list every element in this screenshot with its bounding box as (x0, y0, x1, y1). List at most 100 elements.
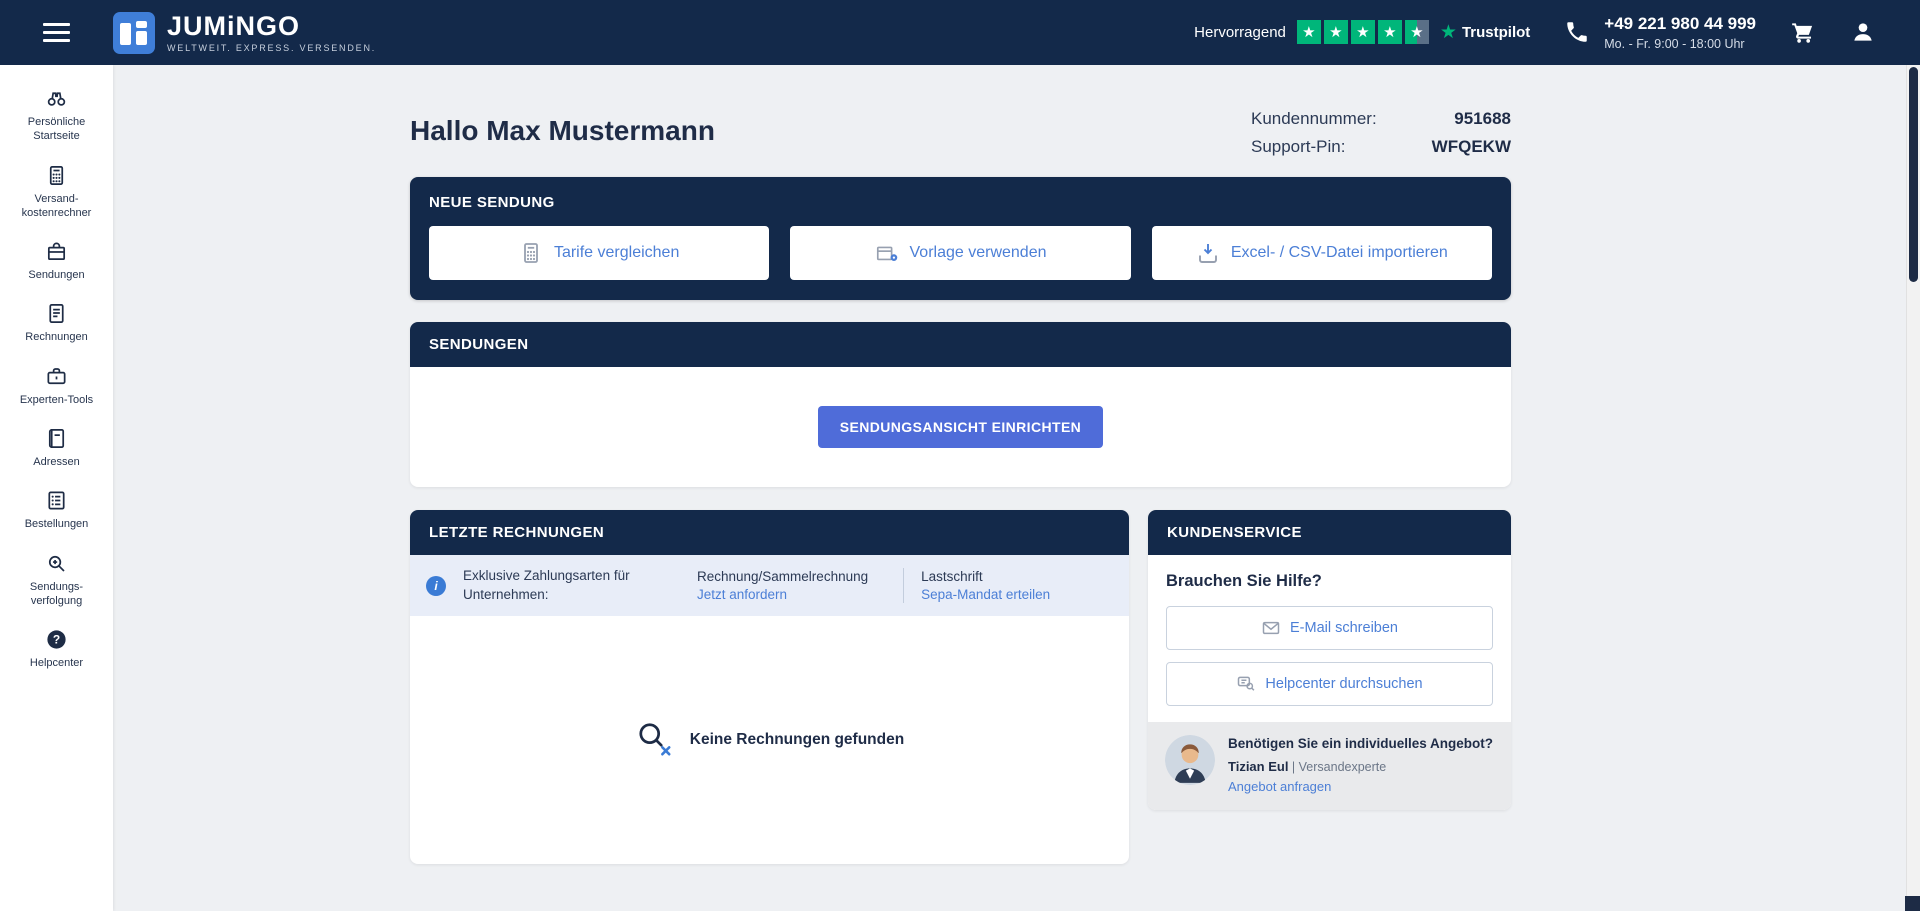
logo-title: JUMiNGO (167, 13, 376, 40)
empty-message: Keine Rechnungen gefunden (690, 731, 904, 749)
expert-name: Tizian Eul (1228, 759, 1288, 774)
trustpilot-stars: ★ ★ ★ ★ ★ (1297, 20, 1429, 44)
svg-text:?: ? (53, 633, 60, 647)
use-template-button[interactable]: Vorlage verwenden (790, 226, 1130, 280)
calculator-icon (45, 164, 68, 187)
avatar-photo (1165, 735, 1215, 785)
topbar: JUMiNGO WELTWEIT. EXPRESS. VERSENDEN. He… (0, 0, 1920, 65)
info-icon: i (426, 576, 446, 596)
sidebar-item-bestellungen[interactable]: Bestellungen (0, 479, 113, 541)
import-csv-button[interactable]: Excel- / CSV-Datei importieren (1152, 226, 1492, 280)
compare-rates-button[interactable]: Tarife vergleichen (429, 226, 769, 280)
customer-service-card: KUNDENSERVICE Brauchen Sie Hilfe? E-Mail… (1148, 510, 1511, 810)
page-title: Hallo Max Mustermann (410, 115, 715, 147)
trustpilot-widget[interactable]: Hervorragend ★ ★ ★ ★ ★ ★ Trustpilot (1194, 20, 1530, 44)
expert-separator: | (1292, 760, 1299, 774)
customer-number-value: 951688 (1432, 109, 1511, 129)
address-book-icon (45, 427, 68, 450)
request-invoice-link[interactable]: Jetzt anfordern (697, 587, 868, 602)
support-pin-value: WFQEKW (1432, 137, 1511, 157)
account-button[interactable] (1850, 19, 1876, 45)
sidebar-item-sendungen[interactable]: Sendungen (0, 230, 113, 292)
customer-number-label: Kundennummer: (1251, 109, 1377, 129)
invoices-empty-state: Keine Rechnungen gefunden (410, 616, 1129, 864)
phone-number: +49 221 980 44 999 (1604, 14, 1756, 34)
expert-avatar (1165, 735, 1215, 785)
tools-icon (45, 365, 68, 388)
invoice-icon (45, 302, 68, 325)
support-pin-label: Support-Pin: (1251, 137, 1377, 157)
vertical-scrollbar[interactable] (1906, 65, 1920, 911)
star-icon: ★ (1297, 20, 1321, 44)
sidebar-item-experten-tools[interactable]: Experten-Tools (0, 355, 113, 417)
sidebar-item-label: Persönliche Startseite (28, 115, 85, 144)
setup-shipment-view-button[interactable]: SENDUNGSANSICHT EINRICHTEN (818, 406, 1103, 448)
search-not-found-icon (635, 720, 675, 760)
customer-service-title: KUNDENSERVICE (1148, 510, 1511, 555)
button-label: Helpcenter durchsuchen (1265, 676, 1422, 692)
menu-button[interactable] (0, 0, 113, 65)
shipments-card: SENDUNGEN SENDUNGSANSICHT EINRICHTEN (410, 322, 1511, 487)
page-header: Hallo Max Mustermann Kundennummer: 95168… (410, 115, 1511, 157)
payment-option-title: Rechnung/Sammelrechnung (697, 569, 868, 584)
payment-option-title: Lastschrift (921, 569, 1050, 584)
import-icon (1196, 241, 1220, 265)
button-label: Tarife vergleichen (554, 244, 679, 262)
email-icon (1261, 618, 1281, 638)
payment-option-direct-debit: Lastschrift Sepa-Mandat erteilen (921, 569, 1050, 602)
trust-rating-label: Hervorragend (1194, 24, 1286, 41)
shipments-title: SENDUNGEN (410, 322, 1511, 367)
user-icon (1850, 19, 1876, 45)
calculator-icon (519, 241, 543, 265)
expert-info: Tizian Eul | Versandexperte (1228, 759, 1493, 774)
sidebar-item-label: Sendungen (28, 268, 84, 282)
cart-button[interactable] (1790, 19, 1816, 45)
payment-option-invoice: Rechnung/Sammelrechnung Jetzt anfordern (697, 569, 868, 602)
star-icon: ★ (1324, 20, 1348, 44)
phone-icon (1564, 19, 1590, 45)
recent-invoices-card: LETZTE RECHNUNGEN i Exklusive Zahlungsar… (410, 510, 1129, 864)
orders-icon (45, 489, 68, 512)
offer-heading: Benötigen Sie ein individuelles Angebot? (1228, 735, 1493, 753)
half-star-icon: ★ (1405, 20, 1429, 44)
cart-icon (1790, 19, 1816, 45)
sepa-mandate-link[interactable]: Sepa-Mandat erteilen (921, 587, 1050, 602)
payment-info-label: Exklusive Zahlungsarten für Unternehmen: (463, 567, 658, 603)
star-icon: ★ (1351, 20, 1375, 44)
sidebar-item-adressen[interactable]: Adressen (0, 417, 113, 479)
trustpilot-star-icon: ★ (1440, 21, 1457, 44)
logo-icon (113, 12, 155, 54)
tracking-icon (45, 552, 68, 575)
sidebar-item-versandkostenrechner[interactable]: Versand- kostenrechner (0, 154, 113, 231)
shipments-icon (45, 240, 68, 263)
search-helpcenter-button[interactable]: Helpcenter durchsuchen (1166, 662, 1493, 706)
sidebar-item-sendungsverfolgung[interactable]: Sendungs- verfolgung (0, 542, 113, 619)
sidebar-item-label: Adressen (33, 455, 79, 469)
expert-offer-section: Benötigen Sie ein individuelles Angebot?… (1148, 722, 1511, 810)
write-email-button[interactable]: E-Mail schreiben (1166, 606, 1493, 650)
contact-phone[interactable]: +49 221 980 44 999 Mo. - Fr. 9:00 - 18:0… (1564, 14, 1756, 50)
sidebar-item-helpcenter[interactable]: ? Helpcenter (0, 618, 113, 680)
new-shipment-title: NEUE SENDUNG (429, 194, 1492, 211)
opening-hours: Mo. - Fr. 9:00 - 18:00 Uhr (1604, 37, 1756, 51)
invoices-title: LETZTE RECHNUNGEN (410, 510, 1129, 555)
scrollbar-thumb[interactable] (1909, 67, 1918, 282)
binoculars-icon (45, 87, 68, 110)
sidebar-item-label: Versand- kostenrechner (22, 192, 92, 221)
account-info: Kundennummer: 951688 Support-Pin: WFQEKW (1251, 109, 1511, 157)
sidebar-item-startseite[interactable]: Persönliche Startseite (0, 77, 113, 154)
request-offer-link[interactable]: Angebot anfragen (1228, 779, 1331, 794)
main-content: Hallo Max Mustermann Kundennummer: 95168… (410, 65, 1511, 864)
help-icon: ? (45, 628, 68, 651)
logo[interactable]: JUMiNGO WELTWEIT. EXPRESS. VERSENDEN. (113, 12, 376, 54)
button-label: Vorlage verwenden (910, 244, 1047, 262)
sidebar-item-label: Bestellungen (25, 517, 89, 531)
sidebar-item-rechnungen[interactable]: Rechnungen (0, 292, 113, 354)
scroll-corner (1905, 896, 1920, 911)
sidebar-item-label: Sendungs- verfolgung (30, 580, 83, 609)
expert-role: Versandexperte (1299, 760, 1387, 774)
helpcenter-search-icon (1236, 674, 1256, 694)
payment-info-banner: i Exklusive Zahlungsarten für Unternehme… (410, 555, 1129, 616)
sidebar-item-label: Helpcenter (30, 656, 83, 670)
logo-tagline: WELTWEIT. EXPRESS. VERSENDEN. (167, 43, 376, 53)
